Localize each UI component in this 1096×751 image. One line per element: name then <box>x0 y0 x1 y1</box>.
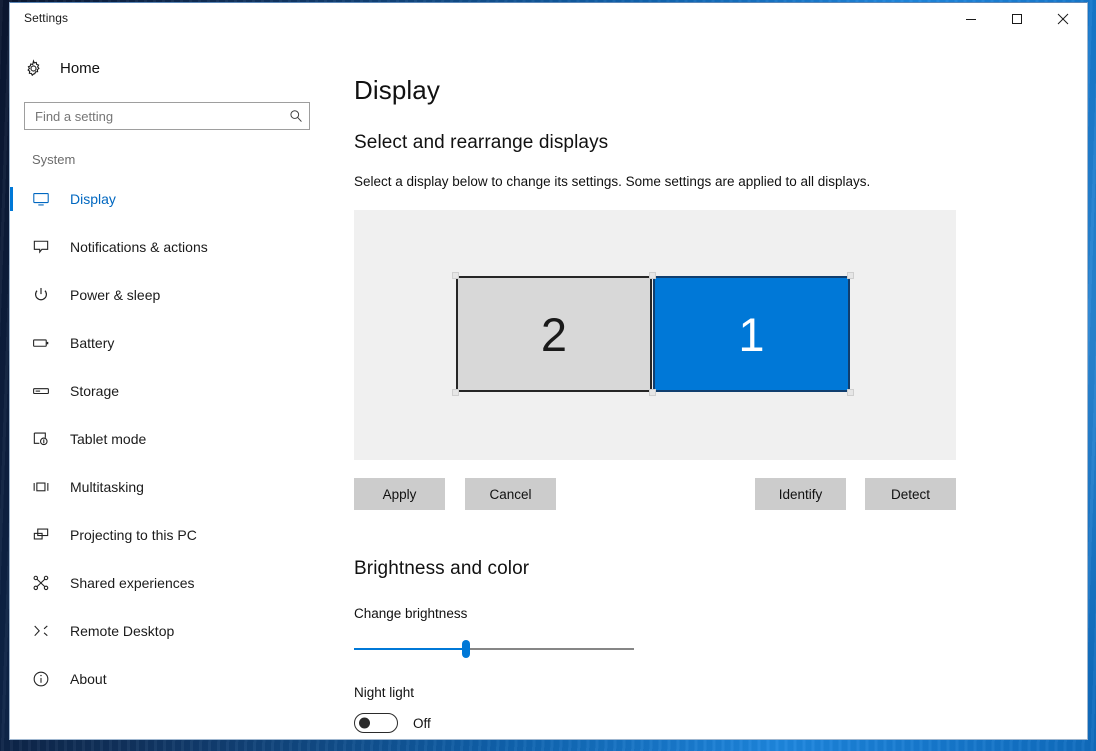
title-bar: Settings <box>10 3 1087 35</box>
sidebar-item-tablet-mode[interactable]: Tablet mode <box>10 415 343 463</box>
display-monitor-1[interactable]: 1 <box>649 272 854 396</box>
brightness-slider-label: Change brightness <box>354 606 468 621</box>
brightness-slider[interactable] <box>354 640 634 658</box>
search-input[interactable] <box>25 108 283 124</box>
minimize-icon <box>966 18 976 20</box>
night-light-toggle[interactable] <box>354 713 398 733</box>
sidebar-item-remote-desktop[interactable]: Remote Desktop <box>10 607 343 655</box>
night-light-state: Off <box>413 715 431 731</box>
sidebar-item-home[interactable]: Home <box>10 51 343 85</box>
window-body: Home System <box>10 35 1087 739</box>
info-icon <box>32 670 58 688</box>
brightness-heading: Brightness and color <box>354 558 530 579</box>
minimize-button[interactable] <box>948 3 994 34</box>
power-icon <box>32 286 58 304</box>
sidebar-item-label: Tablet mode <box>70 431 147 447</box>
sidebar-item-display[interactable]: Display <box>10 175 343 223</box>
window-title: Settings <box>24 11 69 25</box>
share-nodes-icon <box>32 574 58 592</box>
close-icon <box>1057 13 1069 24</box>
home-label: Home <box>60 59 101 77</box>
search-box[interactable] <box>24 102 310 130</box>
multitask-icon <box>32 478 58 496</box>
project-icon <box>32 526 58 544</box>
sidebar-item-power-sleep[interactable]: Power & sleep <box>10 271 343 319</box>
sidebar-item-label: Power & sleep <box>70 287 161 303</box>
sidebar-item-projecting-to-this-pc[interactable]: Projecting to this PC <box>10 511 343 559</box>
sidebar-item-label: Display <box>70 191 116 207</box>
maximize-button[interactable] <box>994 3 1040 34</box>
maximize-icon <box>1012 13 1022 24</box>
gear-icon <box>24 58 54 78</box>
slider-fill <box>354 648 466 650</box>
sidebar-item-label: Shared experiences <box>70 575 195 591</box>
night-light-toggle-row: Off <box>354 713 1087 733</box>
arrange-description: Select a display below to change its set… <box>354 174 871 189</box>
detect-button[interactable]: Detect <box>865 478 956 510</box>
apply-button[interactable]: Apply <box>354 478 445 510</box>
sidebar-item-label: Battery <box>70 335 115 351</box>
sidebar-item-battery[interactable]: Battery <box>10 319 343 367</box>
cancel-button[interactable]: Cancel <box>465 478 556 510</box>
display-monitor-number: 1 <box>738 307 765 361</box>
sidebar-item-label: Projecting to this PC <box>70 527 197 543</box>
close-button[interactable] <box>1040 3 1086 34</box>
sidebar-group-title: System <box>32 152 76 167</box>
monitor-icon <box>32 190 58 208</box>
sidebar-item-label: Notifications & actions <box>70 239 208 255</box>
arrange-heading: Select and rearrange displays <box>354 132 609 153</box>
storage-icon <box>32 382 58 400</box>
sidebar-item-storage[interactable]: Storage <box>10 367 343 415</box>
sidebar-item-multitasking[interactable]: Multitasking <box>10 463 343 511</box>
sidebar-item-shared-experiences[interactable]: Shared experiences <box>10 559 343 607</box>
sidebar-nav-list: Display Notifications & actions Power & … <box>10 175 343 703</box>
battery-icon <box>32 334 58 352</box>
sidebar-item-label: Multitasking <box>70 479 144 495</box>
identify-button[interactable]: Identify <box>755 478 846 510</box>
sidebar-item-notifications-actions[interactable]: Notifications & actions <box>10 223 343 271</box>
search-icon[interactable] <box>283 109 309 123</box>
sidebar-item-label: About <box>70 671 107 687</box>
night-light-label: Night light <box>354 685 415 700</box>
main-content: Display Select and rearrange displays Se… <box>343 35 1087 739</box>
display-monitor-number: 2 <box>540 307 568 361</box>
display-arrangement-canvas[interactable]: 2 1 <box>354 210 956 460</box>
remote-desktop-icon <box>32 622 58 640</box>
settings-window: Settings Home Find a setting System Disp… <box>9 2 1088 740</box>
sidebar-item-about[interactable]: About <box>10 655 343 703</box>
slider-thumb[interactable] <box>462 640 470 658</box>
sidebar-item-label: Storage <box>70 383 120 399</box>
sidebar: Home System <box>10 35 343 739</box>
speech-bubble-icon <box>32 238 58 256</box>
tablet-hand-icon <box>32 430 58 448</box>
sidebar-item-label: Remote Desktop <box>70 623 175 639</box>
display-monitor-2[interactable]: 2 <box>452 272 656 396</box>
page-title: Display <box>354 75 440 105</box>
arrange-button-row: Apply Cancel Identify Detect <box>354 478 956 510</box>
toggle-knob <box>359 717 370 729</box>
